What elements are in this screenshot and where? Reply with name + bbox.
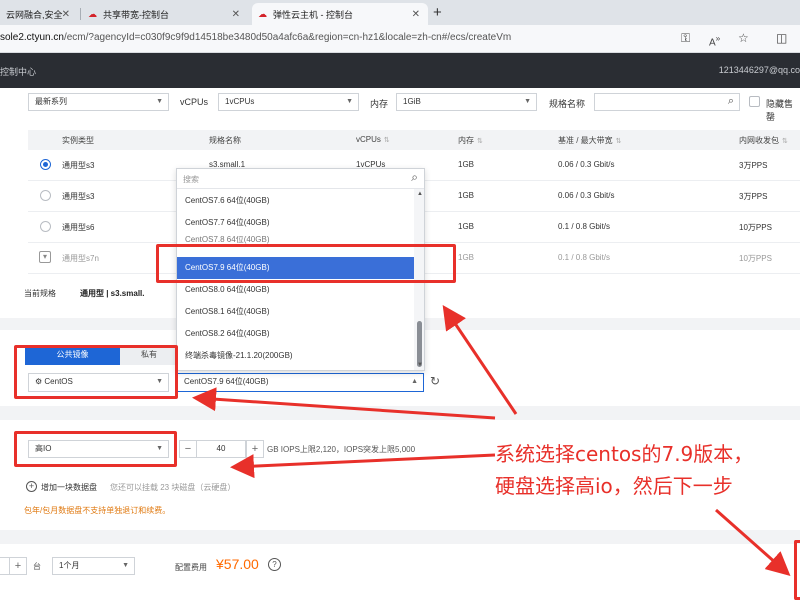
arrow-to-version — [442, 305, 518, 415]
annotation-arrows — [192, 305, 791, 576]
arrow-to-disk — [230, 453, 496, 479]
arrow-to-os — [192, 387, 496, 420]
annotation-line-1: 系统选择centos的7.9版本， — [495, 442, 754, 466]
annotation-line-2: 硬盘选择高io，然后下一步 — [495, 474, 733, 498]
annotation-callout: 系统选择centos的7.9版本， 硬盘选择高io，然后下一步 — [495, 438, 800, 502]
arrow-to-next — [715, 508, 791, 576]
